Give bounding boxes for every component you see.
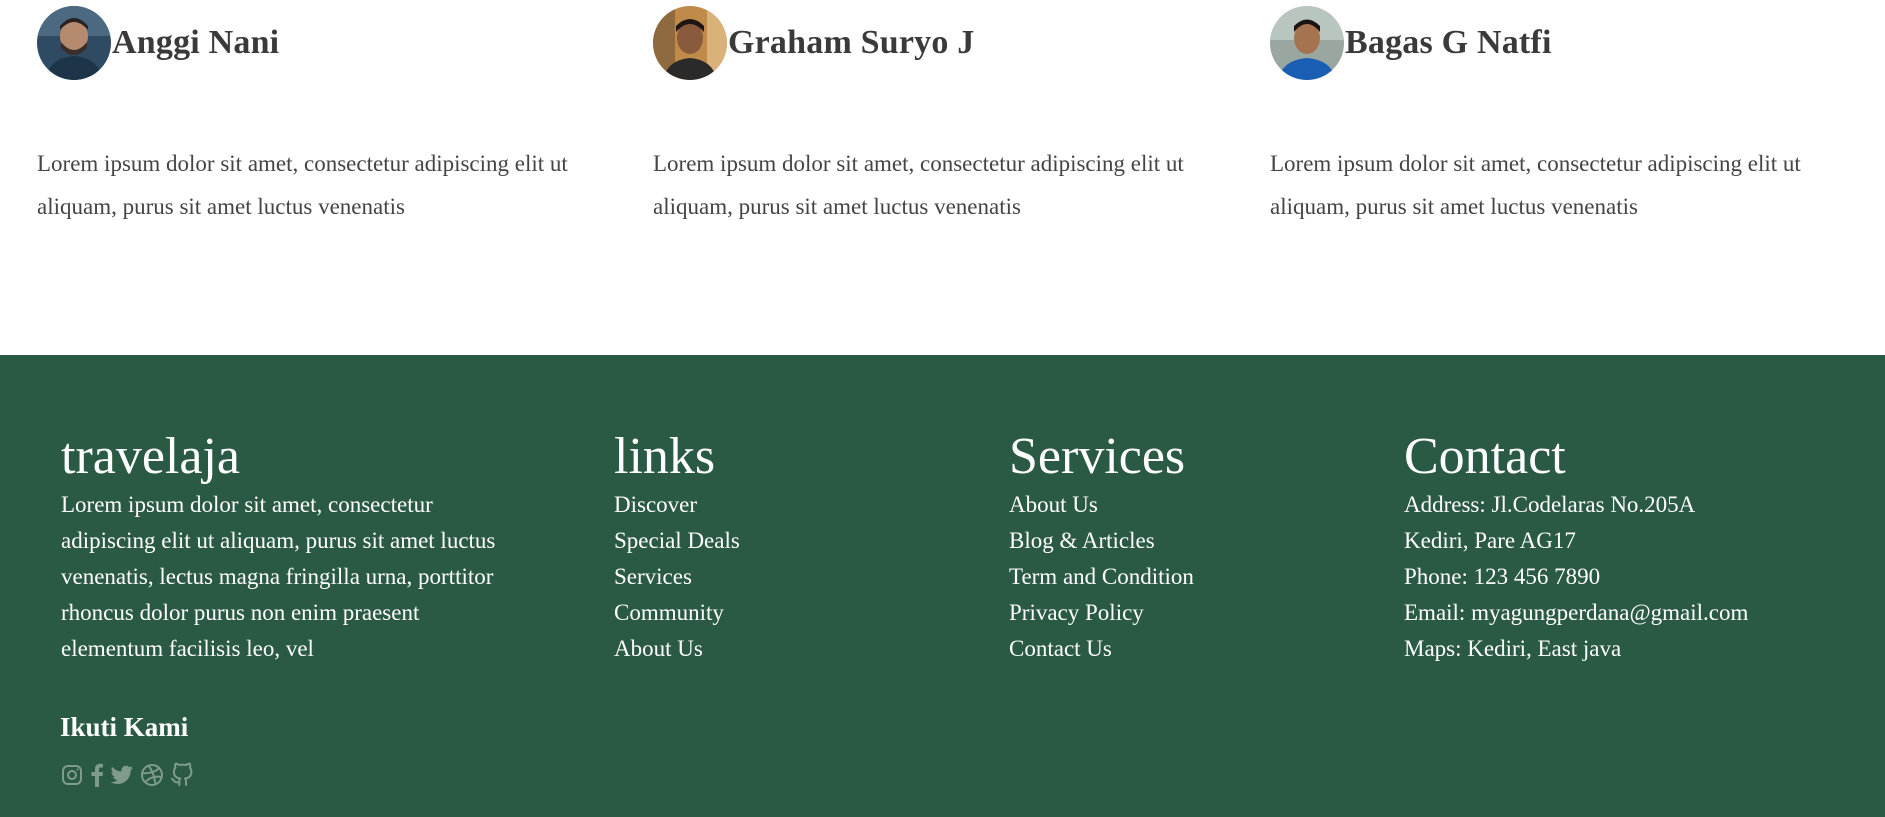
footer-link-community[interactable]: Community [614,595,740,631]
footer-link-special-deals[interactable]: Special Deals [614,523,740,559]
footer-link-about-us[interactable]: About Us [614,631,740,667]
footer-service-terms[interactable]: Term and Condition [1009,559,1194,595]
instagram-icon[interactable] [60,762,84,788]
footer-brand-column: travelaja Lorem ipsum dolor sit amet, co… [61,427,501,667]
footer-services-column: Services About Us Blog & Articles Term a… [1009,427,1194,667]
testimonial-name: Bagas G Natfi [1345,24,1552,61]
testimonial-name: Anggi Nani [112,24,280,61]
testimonial-card: Anggi Nani Lorem ipsum dolor sit amet, c… [37,6,597,228]
footer-service-about-us[interactable]: About Us [1009,487,1194,523]
avatar [653,6,727,80]
social-icons [60,762,194,788]
testimonial-name: Graham Suryo J [728,24,975,61]
footer-service-blog-articles[interactable]: Blog & Articles [1009,523,1194,559]
facebook-icon[interactable] [90,762,104,788]
twitter-icon[interactable] [110,762,134,788]
testimonial-card: Bagas G Natfi Lorem ipsum dolor sit amet… [1270,6,1830,228]
dribbble-icon[interactable] [140,762,164,788]
footer-links-title: links [614,428,716,485]
github-icon[interactable] [170,762,194,788]
footer-contact-maps: Maps: Kediri, East java [1404,636,1622,661]
footer-contact-title: Contact [1404,428,1566,485]
testimonial-text: Lorem ipsum dolor sit amet, consectetur … [653,151,1184,219]
testimonials-section: Anggi Nani Lorem ipsum dolor sit amet, c… [0,0,1885,355]
footer-service-privacy-policy[interactable]: Privacy Policy [1009,595,1194,631]
footer-service-contact-us[interactable]: Contact Us [1009,631,1194,667]
footer-contact-email: Email: myagungperdana@gmail.com [1404,600,1749,625]
footer-contact-column: Contact Address: Jl.Codelaras No.205A Ke… [1404,427,1748,667]
footer-brand-title: travelaja [61,428,240,485]
follow-us-heading: Ikuti Kami [60,712,189,742]
testimonial-header: Anggi Nani [37,6,597,80]
footer-brand-description: Lorem ipsum dolor sit amet, consectetur … [61,492,496,661]
testimonial-text: Lorem ipsum dolor sit amet, consectetur … [1270,151,1801,219]
avatar [37,6,111,80]
footer-services-title: Services [1009,428,1186,485]
footer-link-services[interactable]: Services [614,559,740,595]
avatar [1270,6,1344,80]
footer-contact-phone: Phone: 123 456 7890 [1404,564,1601,589]
footer-link-discover[interactable]: Discover [614,487,740,523]
footer-contact-address: Address: Jl.Codelaras No.205A [1404,492,1696,517]
footer-contact-address-line2: Kediri, Pare AG17 [1404,528,1576,553]
testimonial-header: Bagas G Natfi [1270,6,1830,80]
testimonial-header: Graham Suryo J [653,6,1213,80]
footer-links-column: links Discover Special Deals Services Co… [614,427,740,667]
site-footer: travelaja Lorem ipsum dolor sit amet, co… [0,355,1885,817]
testimonial-card: Graham Suryo J Lorem ipsum dolor sit ame… [653,6,1213,228]
testimonial-text: Lorem ipsum dolor sit amet, consectetur … [37,151,568,219]
